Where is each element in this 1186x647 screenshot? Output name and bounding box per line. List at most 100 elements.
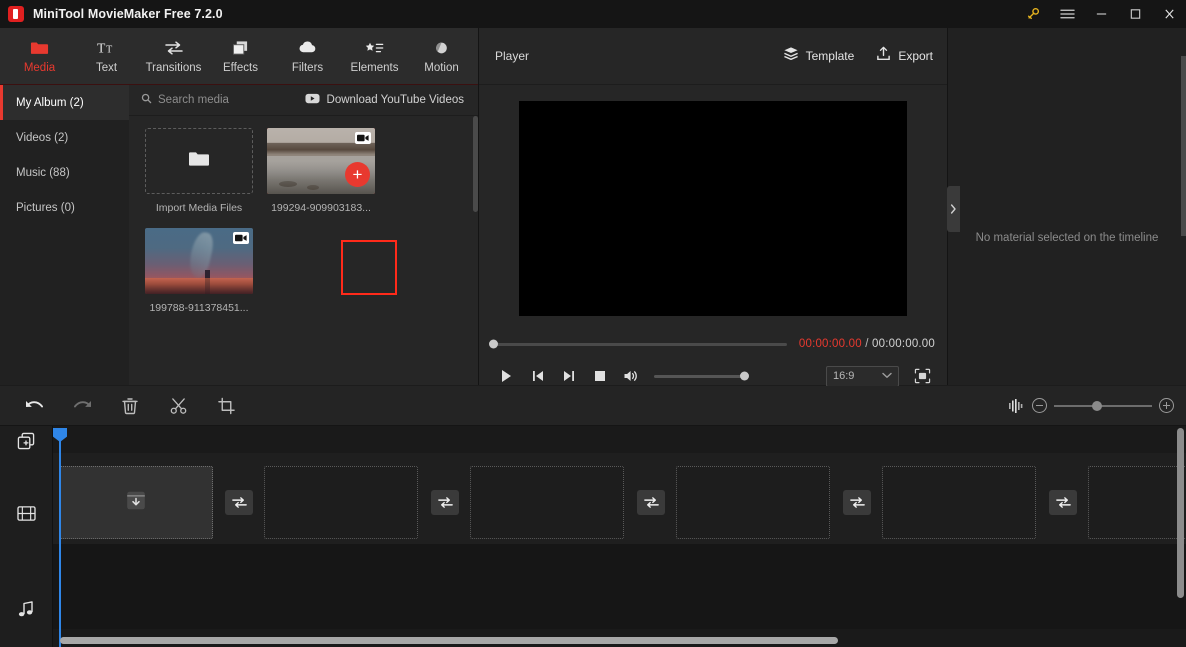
video-track-lane[interactable] — [53, 453, 1186, 544]
add-transition-button[interactable] — [1049, 490, 1077, 515]
tab-motion[interactable]: Motion — [408, 29, 475, 84]
music-track-lane[interactable] — [53, 544, 1186, 629]
audio-waveform-toggle[interactable] — [998, 387, 1032, 425]
playhead[interactable] — [53, 428, 67, 647]
download-youtube-label: Download YouTube Videos — [326, 94, 464, 106]
sidebar-item-videos[interactable]: Videos (2) — [0, 120, 129, 155]
search-input[interactable]: Search media — [141, 91, 229, 109]
crop-button[interactable] — [202, 387, 250, 425]
player-header: Player Template Export — [479, 28, 947, 85]
chevron-right-icon — [950, 204, 956, 214]
media-thumbnail[interactable] — [145, 228, 253, 294]
export-label: Export — [898, 49, 933, 63]
redo-button[interactable] — [58, 387, 106, 425]
effects-icon — [231, 38, 250, 57]
search-icon — [141, 91, 152, 109]
timeline-slot[interactable] — [882, 466, 1036, 539]
volume-slider[interactable] — [654, 371, 749, 381]
player-title: Player — [495, 49, 530, 63]
export-icon — [876, 46, 891, 66]
undo-button[interactable] — [10, 387, 58, 425]
tab-effects-label: Effects — [223, 62, 258, 74]
timeline-ruler[interactable] — [53, 426, 1186, 453]
export-button[interactable]: Export — [876, 46, 933, 66]
zoom-slider[interactable] — [1054, 400, 1152, 411]
maximize-button[interactable] — [1118, 0, 1152, 28]
window-controls — [1016, 0, 1186, 28]
key-icon[interactable] — [1016, 0, 1050, 28]
tab-media-label: Media — [23, 62, 56, 74]
timeline-vertical-scrollbar[interactable] — [1177, 428, 1184, 598]
split-button[interactable] — [154, 387, 202, 425]
sidebar-item-pictures[interactable]: Pictures (0) — [0, 190, 129, 225]
add-transition-button[interactable] — [225, 490, 253, 515]
add-transition-button[interactable] — [637, 490, 665, 515]
time-separator: / — [865, 338, 869, 350]
zoom-in-button[interactable] — [1159, 398, 1174, 413]
tab-media[interactable]: Media — [6, 29, 73, 84]
media-sidebar: My Album (2) Videos (2) Music (88) Pictu… — [0, 85, 129, 385]
sidebar-item-music[interactable]: Music (88) — [0, 155, 129, 190]
app-logo-icon — [8, 6, 24, 22]
tab-motion-label: Motion — [424, 62, 459, 74]
media-item-label: 199294-909903183... — [271, 202, 371, 214]
sidebar-item-label: My Album (2) — [16, 96, 84, 109]
total-time: 00:00:00.00 — [872, 338, 935, 350]
fullscreen-button[interactable] — [909, 365, 935, 387]
import-media-button[interactable] — [145, 128, 253, 194]
timeline — [0, 426, 1186, 647]
media-toolbar: Search media Download YouTube Videos — [129, 85, 478, 116]
timeline-horizontal-scrollbar[interactable] — [60, 637, 838, 644]
template-button[interactable]: Template — [783, 46, 854, 66]
close-button[interactable] — [1152, 0, 1186, 28]
add-to-timeline-button[interactable]: + — [345, 162, 370, 187]
video-surface[interactable] — [519, 100, 907, 316]
sidebar-item-label: Pictures (0) — [16, 201, 75, 214]
seek-slider[interactable] — [489, 339, 787, 349]
timeline-toolbar — [0, 386, 1186, 426]
add-transition-button[interactable] — [431, 490, 459, 515]
timeline-slot[interactable] — [676, 466, 830, 539]
timeline-slot[interactable] — [59, 466, 213, 539]
expand-panel-handle[interactable] — [947, 186, 960, 232]
media-item: 199788-911378451... — [145, 228, 253, 314]
sidebar-item-my-album[interactable]: My Album (2) — [0, 85, 129, 120]
media-thumbnail[interactable]: + — [267, 128, 375, 194]
timeline-slot[interactable] — [470, 466, 624, 539]
import-media-label: Import Media Files — [155, 202, 243, 214]
player-panel: Player Template Export 00:00:00.00 / 00:… — [479, 28, 947, 387]
text-icon: TT — [97, 38, 117, 57]
svg-text:T: T — [106, 44, 112, 55]
timeline-canvas[interactable] — [53, 426, 1186, 647]
volume-handle[interactable] — [740, 371, 749, 381]
add-media-track-button[interactable] — [0, 426, 52, 456]
delete-button[interactable] — [106, 387, 154, 425]
folder-icon — [30, 38, 49, 57]
tab-text-label: Text — [95, 62, 118, 74]
menu-icon[interactable] — [1050, 0, 1084, 28]
sidebar-item-label: Videos (2) — [16, 131, 69, 144]
aspect-ratio-select[interactable]: 16:9 — [826, 365, 899, 387]
tab-elements[interactable]: Elements — [341, 29, 408, 84]
video-track-header[interactable] — [0, 456, 52, 571]
music-track-header[interactable] — [0, 571, 52, 647]
tab-transitions[interactable]: Transitions — [140, 29, 207, 84]
add-transition-button[interactable] — [843, 490, 871, 515]
minimize-button[interactable] — [1084, 0, 1118, 28]
timeline-slot[interactable] — [264, 466, 418, 539]
tab-filters[interactable]: Filters — [274, 29, 341, 84]
track-headers — [0, 426, 53, 647]
video-type-icon — [233, 232, 249, 244]
zoom-out-button[interactable] — [1032, 398, 1047, 413]
filters-icon — [298, 38, 317, 57]
properties-scrollbar-thumb[interactable] — [1181, 56, 1186, 236]
tab-text[interactable]: TT Text — [73, 29, 140, 84]
tab-effects[interactable]: Effects — [207, 29, 274, 84]
download-youtube-button[interactable]: Download YouTube Videos — [304, 91, 464, 109]
zoom-handle[interactable] — [1092, 400, 1102, 411]
video-type-icon — [355, 132, 371, 144]
tab-transitions-label: Transitions — [145, 62, 202, 74]
seek-handle[interactable] — [489, 339, 498, 349]
timeline-slot[interactable] — [1088, 466, 1186, 539]
drop-media-icon — [126, 490, 146, 515]
